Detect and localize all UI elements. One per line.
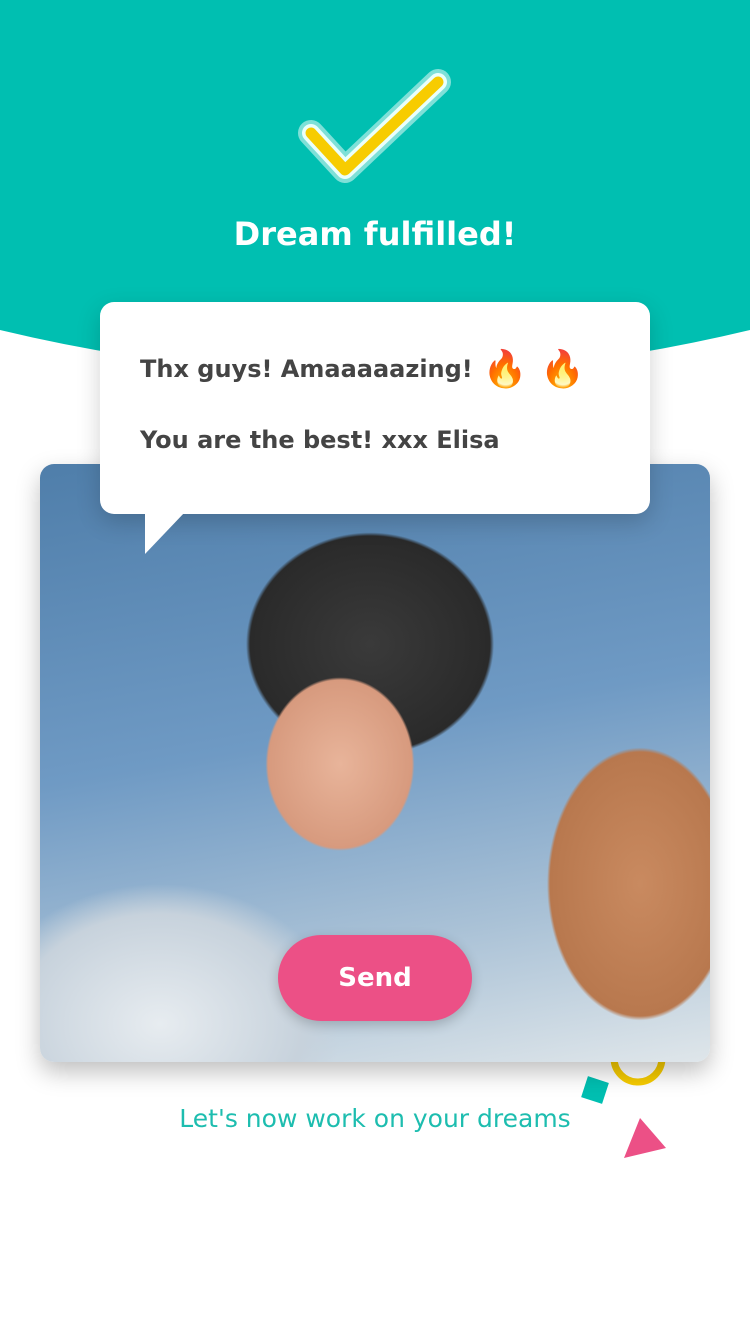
message-line-2: You are the best! xxx Elisa	[140, 426, 500, 454]
fire-emoji-icon: 🔥 🔥	[482, 349, 585, 390]
message-bubble: Thx guys! Amaaaaazing! 🔥 🔥 You are the be…	[100, 302, 650, 514]
message-line-1: Thx guys! Amaaaaazing! 🔥 🔥	[140, 348, 585, 390]
send-button[interactable]: Send	[278, 935, 472, 1021]
bubble-tail	[145, 512, 185, 554]
message-text-1: Thx guys! Amaaaaazing!	[140, 355, 473, 383]
square-shape	[581, 1076, 609, 1104]
footer-text: Let's now work on your dreams	[179, 1104, 571, 1133]
